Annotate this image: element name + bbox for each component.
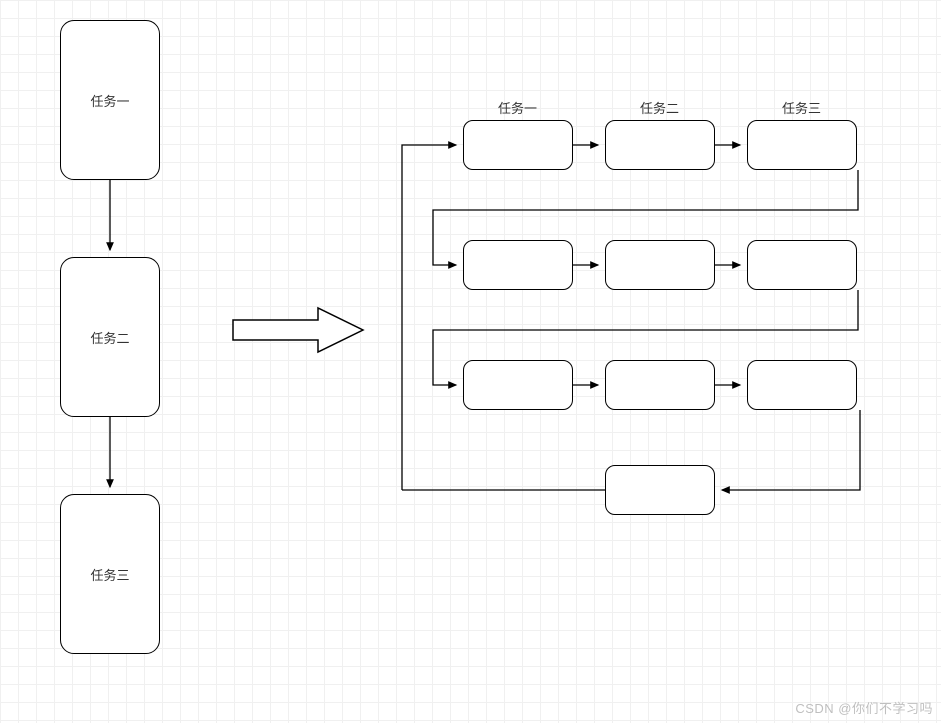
grid-box-r3c1 (463, 360, 573, 410)
grid-box-r3c2 (605, 360, 715, 410)
arrow-r1-c2-c3 (715, 143, 747, 147)
grid-box-r1c1 (463, 120, 573, 170)
right-header-col3: 任务三 (782, 98, 821, 117)
right-header-col1: 任务一 (498, 98, 537, 117)
grid-box-r3c3 (747, 360, 857, 410)
loop-entry-to-r1 (400, 140, 465, 500)
left-task-2-label: 任务二 (90, 328, 129, 347)
arrow-r1-c1-c2 (573, 143, 605, 147)
loop-r4-to-start (400, 488, 607, 494)
grid-box-r4 (605, 465, 715, 515)
grid-box-r2c1 (463, 240, 573, 290)
arrow-r3-c2-c3 (715, 383, 747, 387)
arrow-r2-c2-c3 (715, 263, 747, 267)
left-task-3-label: 任务三 (90, 565, 129, 584)
grid-box-r1c3 (747, 120, 857, 170)
watermark-text: CSDN @你们不学习吗 (795, 698, 933, 717)
right-header-col2: 任务二 (640, 98, 679, 117)
left-task-1-box: 任务一 (60, 20, 160, 180)
grid-box-r2c3 (747, 240, 857, 290)
loop-r3-to-r4 (715, 410, 905, 495)
grid-box-r2c2 (605, 240, 715, 290)
left-task-3-box: 任务三 (60, 494, 160, 654)
big-transform-arrow-icon (228, 300, 368, 360)
arrow-r2-c1-c2 (573, 263, 605, 267)
arrow-r3-c1-c2 (573, 383, 605, 387)
arrow-task2-to-task3 (108, 417, 112, 494)
left-task-1-label: 任务一 (90, 91, 129, 110)
grid-box-r1c2 (605, 120, 715, 170)
left-task-2-box: 任务二 (60, 257, 160, 417)
arrow-task1-to-task2 (108, 180, 112, 257)
